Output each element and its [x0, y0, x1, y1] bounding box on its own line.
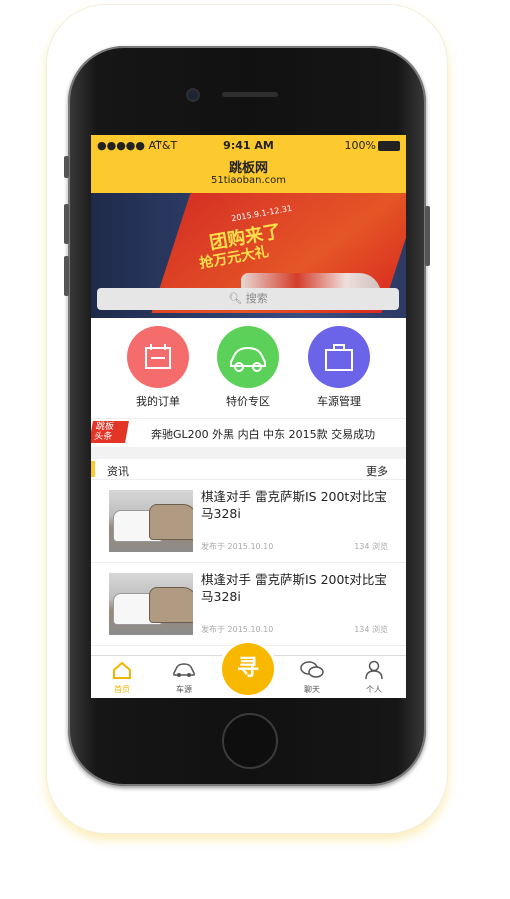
power-button: [425, 206, 430, 266]
headline-tag-line1: 跳板: [95, 422, 115, 432]
tab-me[interactable]: 个人: [349, 660, 399, 695]
more-link[interactable]: 更多: [366, 463, 388, 479]
list-item[interactable]: 棋逢对手 雷克萨斯IS 200t对比宝马328i 发布于 2015.10.10 …: [91, 480, 406, 563]
article-date: 发布于 2015.10.10: [201, 625, 274, 634]
list-item[interactable]: 棋逢对手 雷克萨斯IS 200t对比宝马328i 发布于 2015.10.10 …: [91, 563, 406, 646]
section-divider: [91, 447, 406, 459]
special-offers-button[interactable]: 特价专区: [203, 326, 293, 409]
tab-home[interactable]: 首页: [97, 660, 147, 695]
article-title: 棋逢对手 雷克萨斯IS 200t对比宝马328i: [201, 572, 387, 604]
app-header: 跳板网 51tiaoban.com: [91, 155, 406, 193]
search-input[interactable]: 🔍︎ 搜索: [97, 288, 399, 310]
news-text: 奔驰GL200 外黑 内白 中东 2015款 交易成功: [151, 428, 376, 441]
app-title: 跳板网: [228, 161, 268, 176]
article-views: 134 浏览: [354, 542, 388, 551]
article-date: 发布于 2015.10.10: [201, 542, 274, 551]
briefcase-icon: [308, 326, 370, 388]
search-placeholder: 搜索: [245, 292, 268, 305]
volume-up-button: [64, 204, 69, 244]
tab-chat-label: 聊天: [304, 685, 320, 694]
status-bar: ●●●●● AT&T ◠ 9:41 AM 100%: [91, 135, 406, 155]
article-thumbnail: [109, 573, 193, 635]
article-title: 棋逢对手 雷克萨斯IS 200t对比宝马328i: [201, 489, 387, 521]
chat-icon: [300, 661, 324, 678]
mute-switch: [64, 156, 69, 178]
my-orders-button[interactable]: 我的订单: [113, 326, 203, 409]
inventory-label: 车源管理: [317, 395, 361, 408]
quick-actions: 我的订单 特价专区 车源管理: [91, 318, 406, 418]
earpiece-speaker: [222, 92, 278, 97]
article-views: 134 浏览: [354, 625, 388, 634]
tab-chat[interactable]: 聊天: [287, 660, 337, 695]
find-button[interactable]: 寻: [222, 643, 274, 695]
battery-icon: [378, 141, 400, 151]
app-domain: 51tiaoban.com: [210, 175, 287, 186]
car-tab-icon: [173, 663, 195, 677]
app-screen: ●●●●● AT&T ◠ 9:41 AM 100% 跳板网 51tiaoban.…: [91, 135, 406, 698]
tab-cars[interactable]: 车源: [159, 660, 209, 695]
front-camera: [186, 88, 200, 102]
headline-tag: 跳板 头条: [91, 421, 129, 443]
my-orders-label: 我的订单: [136, 395, 180, 408]
news-ticker[interactable]: 跳板 头条 奔驰GL200 外黑 内白 中东 2015款 交易成功: [91, 418, 406, 448]
order-icon: [127, 326, 189, 388]
tab-home-label: 首页: [114, 685, 130, 694]
tab-me-label: 个人: [366, 685, 382, 694]
news-section-header: 资讯 更多: [91, 459, 406, 480]
home-button[interactable]: [222, 713, 278, 769]
user-icon: [365, 660, 383, 680]
volume-down-button: [64, 256, 69, 296]
inventory-button[interactable]: 车源管理: [294, 326, 384, 409]
article-thumbnail: [109, 490, 193, 552]
tab-cars-label: 车源: [176, 685, 192, 694]
home-icon: [113, 661, 131, 679]
car-icon: [217, 326, 279, 388]
special-offers-label: 特价专区: [226, 395, 270, 408]
section-accent-bar: [91, 461, 95, 477]
section-title: 资讯: [107, 465, 129, 478]
search-icon: 🔍︎: [228, 292, 243, 305]
battery-percent: 100%: [344, 139, 376, 152]
headline-tag-line2: 头条: [93, 432, 114, 442]
